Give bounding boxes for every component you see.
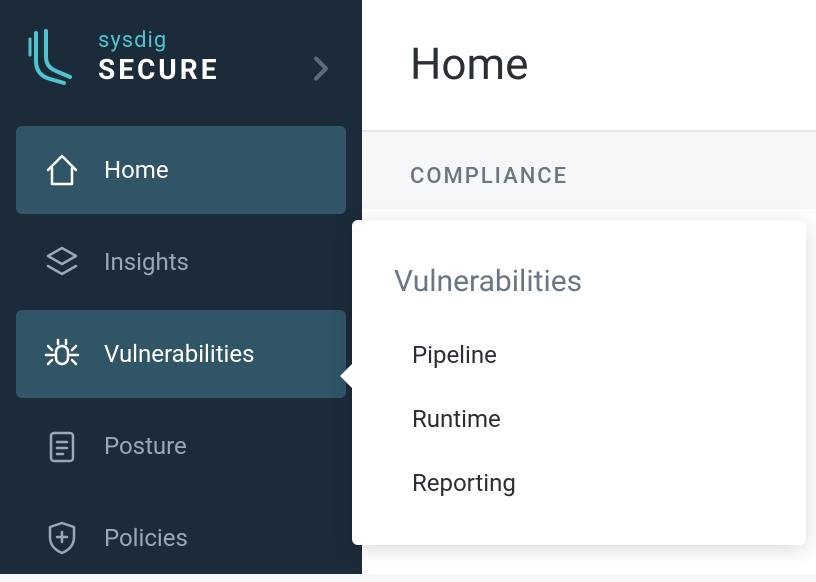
- sidebar-item-home[interactable]: Home: [16, 126, 346, 214]
- flyout-item-reporting[interactable]: Reporting: [352, 451, 806, 515]
- brand-name-line2: SECURE: [98, 53, 219, 86]
- sidebar-item-label: Policies: [104, 524, 188, 552]
- brand-text: sysdig SECURE: [98, 28, 219, 86]
- layers-icon: [44, 244, 80, 280]
- brand[interactable]: sysdig SECURE: [0, 28, 362, 126]
- sidebar-item-insights[interactable]: Insights: [16, 218, 346, 306]
- section-header: COMPLIANCE: [362, 132, 816, 209]
- brand-name-line1: sysdig: [98, 28, 219, 53]
- sidebar-item-label: Insights: [104, 248, 189, 276]
- shield-plus-icon: [44, 520, 80, 556]
- bug-icon: [44, 336, 80, 372]
- clipboard-icon: [44, 428, 80, 464]
- home-icon: [44, 152, 80, 188]
- sysdig-logo-icon: [28, 29, 78, 85]
- vulnerabilities-flyout: Vulnerabilities Pipeline Runtime Reporti…: [352, 220, 806, 545]
- sidebar: sysdig SECURE Home Insights: [0, 0, 362, 574]
- sidebar-item-posture[interactable]: Posture: [16, 402, 346, 490]
- page-title: Home: [362, 0, 816, 130]
- sidebar-item-policies[interactable]: Policies: [16, 494, 346, 582]
- chevron-right-icon[interactable]: [312, 55, 330, 87]
- flyout-item-pipeline[interactable]: Pipeline: [352, 323, 806, 387]
- sidebar-item-label: Posture: [104, 432, 187, 460]
- flyout-title: Vulnerabilities: [352, 250, 806, 323]
- flyout-item-runtime[interactable]: Runtime: [352, 387, 806, 451]
- sidebar-item-vulnerabilities[interactable]: Vulnerabilities: [16, 310, 346, 398]
- sidebar-item-label: Vulnerabilities: [104, 340, 255, 368]
- sidebar-item-label: Home: [104, 156, 169, 184]
